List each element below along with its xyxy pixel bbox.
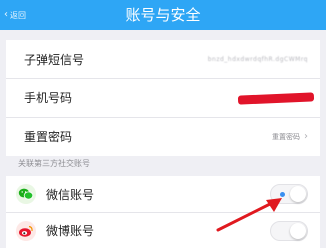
- chevron-right-icon: ›: [304, 131, 308, 142]
- toggle-knob: [290, 186, 306, 202]
- bullet-id-label: 子弹短信号: [24, 52, 85, 67]
- phone-number-label: 手机号码: [24, 91, 73, 105]
- phone-number-row[interactable]: 手机号码: [6, 78, 320, 116]
- reset-password-value: 重置密码: [272, 132, 300, 141]
- reset-password-label: 重置密码: [24, 130, 73, 144]
- account-settings-card: 子弹短信号 bnzd_hdxdwrdqfhR.dgCWMrq 手机号码 重置密码…: [6, 40, 320, 156]
- wechat-icon: [16, 184, 36, 204]
- navbar: ‹ 返回 账号与安全: [0, 0, 326, 30]
- weibo-icon: [16, 220, 36, 241]
- bullet-id-row[interactable]: 子弹短信号 bnzd_hdxdwrdqfhR.dgCWMrq: [6, 40, 320, 78]
- reset-password-row[interactable]: 重置密码 重置密码 ›: [6, 117, 320, 155]
- redaction-mark: [237, 92, 315, 105]
- bullet-id-value: bnzd_hdxdwrdqfhR.dgCWMrq: [207, 55, 308, 63]
- page-title: 账号与安全: [125, 6, 201, 24]
- weibo-account-label: 微博账号: [46, 224, 95, 238]
- social-section-header: 关联第三方社交账号: [18, 159, 90, 168]
- wechat-account-label: 微信账号: [46, 187, 95, 202]
- toggle-knob: [290, 222, 306, 239]
- annotation-arrow-icon: [216, 198, 282, 232]
